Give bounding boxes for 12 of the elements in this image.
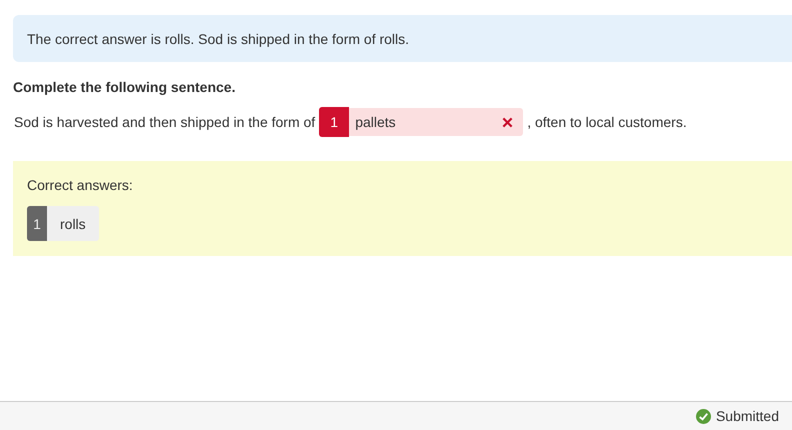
correct-answers-label: Correct answers: <box>27 177 134 193</box>
chip-number: 1 <box>27 206 47 241</box>
sentence-text: , often to local customers. <box>527 114 687 130</box>
sentence-text: Sod is harvested and then shipped in the form of <box>14 114 316 130</box>
chip-text: rolls <box>59 216 87 232</box>
answer-value: pallets <box>354 114 397 130</box>
answer-field[interactable]: 1 pallets <box>319 108 524 136</box>
cross-icon <box>502 116 514 128</box>
feedback-text: The correct answer is rolls. Sod is shipped in the form of rolls. <box>27 30 410 46</box>
status-text: Submitted <box>716 408 779 424</box>
question-prompt: Complete the following sentence. <box>13 79 236 95</box>
blank-number: 1 <box>319 107 350 137</box>
